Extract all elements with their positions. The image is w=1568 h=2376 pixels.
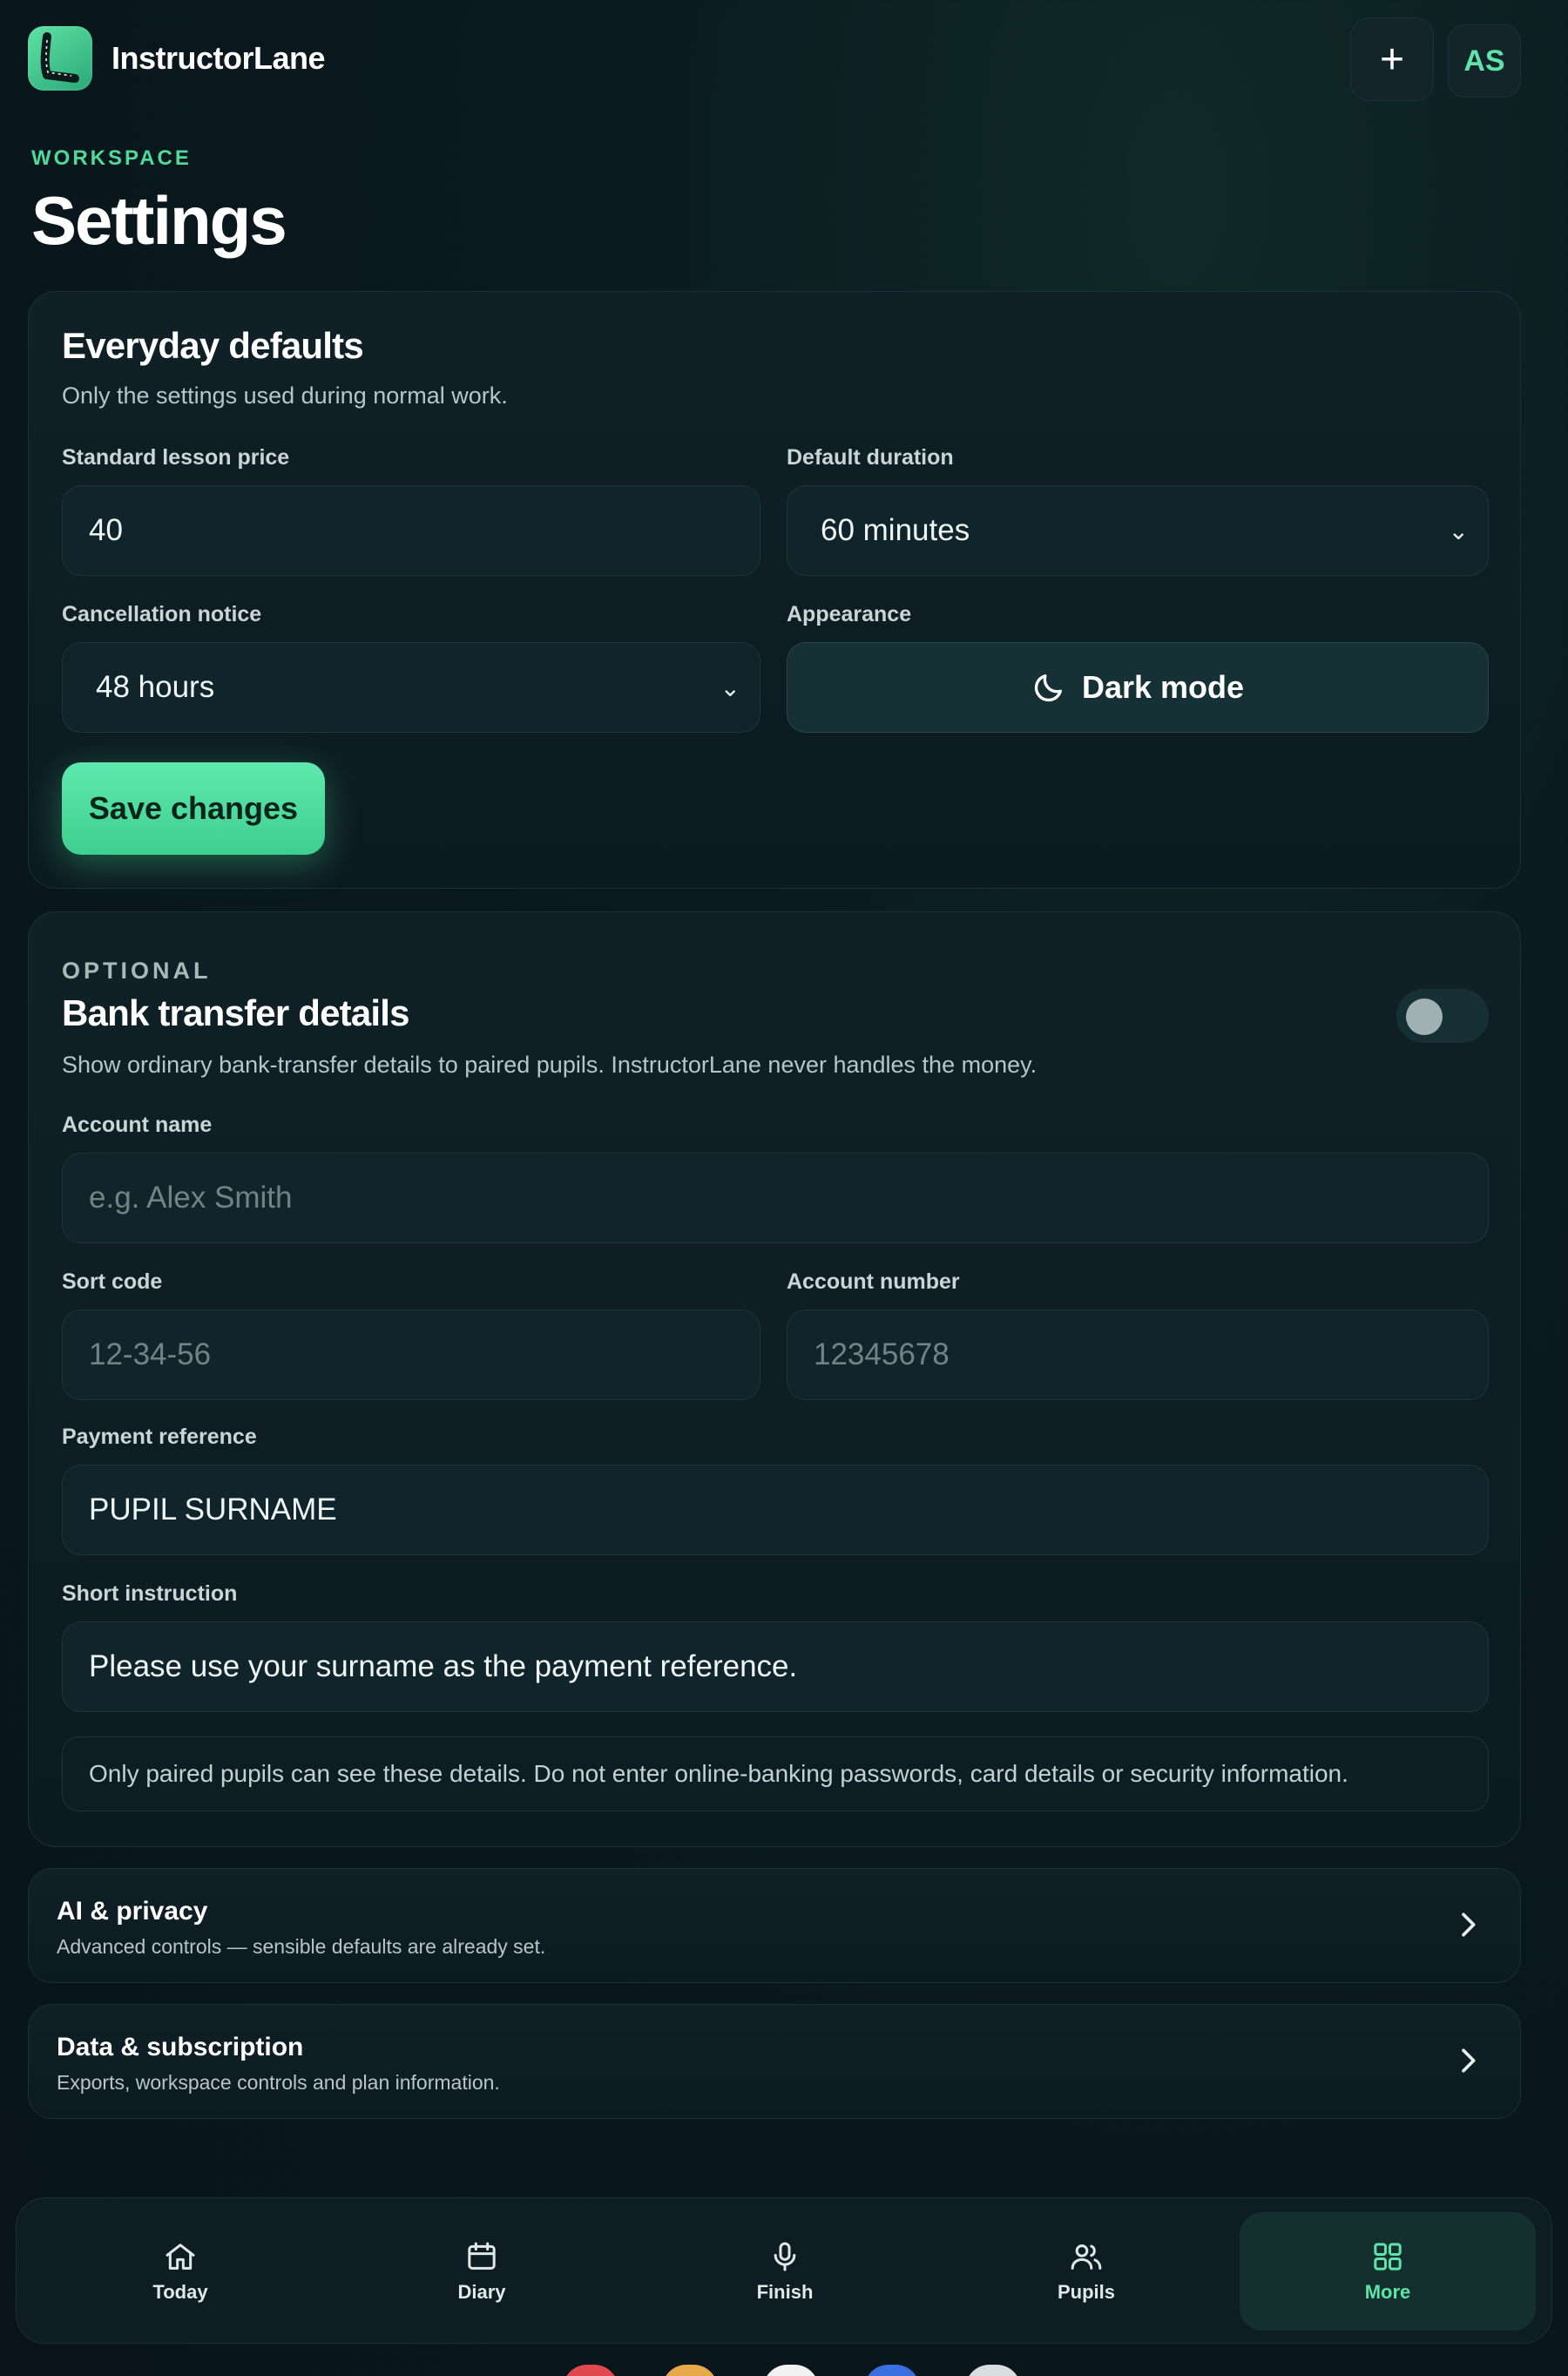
- account-number-label: Account number: [787, 1269, 960, 1294]
- dock-app-icon: [563, 2365, 618, 2376]
- page-title: Settings: [31, 182, 287, 259]
- nav-diary-label: Diary: [457, 2281, 506, 2303]
- cancellation-value: 48 hours: [96, 670, 215, 704]
- dock-app-icon: [864, 2365, 920, 2376]
- moon-icon: [1034, 674, 1062, 702]
- cancellation-select[interactable]: 48 hours ⌄: [62, 642, 760, 733]
- ai-privacy-subtitle: Advanced controls — sensible defaults ar…: [57, 1935, 546, 1958]
- chevron-right-icon: [1462, 1912, 1476, 1937]
- lesson-price-input[interactable]: [62, 485, 760, 576]
- nav-finish[interactable]: Finish: [637, 2212, 933, 2331]
- duration-label: Default duration: [787, 445, 954, 470]
- price-label: Standard lesson price: [62, 445, 290, 470]
- toggle-knob: [1406, 998, 1443, 1035]
- duration-value: 60 minutes: [821, 513, 970, 547]
- brand-name: InstructorLane: [112, 40, 326, 76]
- everyday-defaults-card: Everyday defaults Only the settings used…: [28, 291, 1521, 889]
- microphone-icon: [774, 2242, 796, 2271]
- data-subscription-link[interactable]: Data & subscription Exports, workspace c…: [28, 2004, 1521, 2119]
- nav-finish-label: Finish: [756, 2281, 814, 2303]
- road-icon: [40, 32, 79, 83]
- chevron-down-icon: ⌄: [720, 674, 740, 701]
- bank-title: Bank transfer details: [62, 992, 410, 1033]
- everyday-title: Everyday defaults: [62, 325, 364, 366]
- nav-today-label: Today: [152, 2281, 208, 2303]
- page-eyebrow: WORKSPACE: [31, 146, 192, 170]
- bottom-nav: Today Diary Finish Pupils More: [16, 2197, 1552, 2344]
- dock-peek: [0, 2365, 1568, 2376]
- ai-privacy-link[interactable]: AI & privacy Advanced controls — sensibl…: [28, 1868, 1521, 1983]
- payment-reference-input[interactable]: [62, 1465, 1489, 1555]
- calendar-icon: [468, 2242, 496, 2270]
- users-icon: [1071, 2244, 1102, 2270]
- account-number-input[interactable]: [787, 1310, 1489, 1400]
- duration-select[interactable]: 60 minutes ⌄: [787, 485, 1489, 576]
- chevron-down-icon: ⌄: [1448, 517, 1469, 545]
- app-header: InstructorLane + AS: [28, 17, 1521, 101]
- account-name-label: Account name: [62, 1113, 213, 1137]
- data-subscription-subtitle: Exports, workspace controls and plan inf…: [57, 2071, 500, 2094]
- dock-app-icon: [965, 2365, 1021, 2376]
- nav-pupils[interactable]: Pupils: [938, 2212, 1234, 2331]
- ai-privacy-title: AI & privacy: [57, 1897, 208, 1926]
- sort-code-label: Sort code: [62, 1269, 163, 1294]
- plus-icon: +: [1379, 36, 1405, 83]
- nav-diary[interactable]: Diary: [334, 2212, 630, 2331]
- sort-code-input[interactable]: [62, 1310, 760, 1400]
- privacy-note: Only paired pupils can see these details…: [62, 1736, 1489, 1811]
- appearance-label: Appearance: [787, 602, 912, 626]
- dock-app-icon: [662, 2365, 718, 2376]
- save-button[interactable]: Save changes: [62, 762, 325, 855]
- nav-more-label: More: [1364, 2281, 1411, 2303]
- everyday-subtitle: Only the settings used during normal wor…: [62, 382, 508, 409]
- bank-subtitle: Show ordinary bank-transfer details to p…: [62, 1052, 1037, 1078]
- cancellation-label: Cancellation notice: [62, 602, 262, 626]
- nav-more[interactable]: More: [1240, 2212, 1536, 2331]
- nav-today[interactable]: Today: [32, 2212, 328, 2331]
- dark-mode-button[interactable]: Dark mode: [787, 642, 1489, 733]
- add-button[interactable]: +: [1350, 17, 1434, 101]
- short-instruction-input[interactable]: [62, 1621, 1489, 1712]
- optional-eyebrow: OPTIONAL: [62, 958, 212, 984]
- bank-transfer-card: OPTIONAL Bank transfer details Show ordi…: [28, 911, 1521, 1847]
- account-name-input[interactable]: [62, 1153, 1489, 1243]
- reference-label: Payment reference: [62, 1425, 257, 1449]
- app-logo: [28, 26, 92, 91]
- chevron-right-icon: [1462, 2048, 1476, 2073]
- home-icon: [166, 2244, 195, 2270]
- dock-app-icon: [763, 2365, 819, 2376]
- instruction-label: Short instruction: [62, 1581, 238, 1606]
- grid-icon: [1374, 2243, 1402, 2271]
- dark-mode-label: Dark mode: [1081, 669, 1245, 705]
- bank-details-toggle[interactable]: [1396, 989, 1489, 1043]
- data-subscription-title: Data & subscription: [57, 2033, 304, 2061]
- nav-pupils-label: Pupils: [1057, 2281, 1115, 2303]
- avatar[interactable]: AS: [1448, 24, 1521, 98]
